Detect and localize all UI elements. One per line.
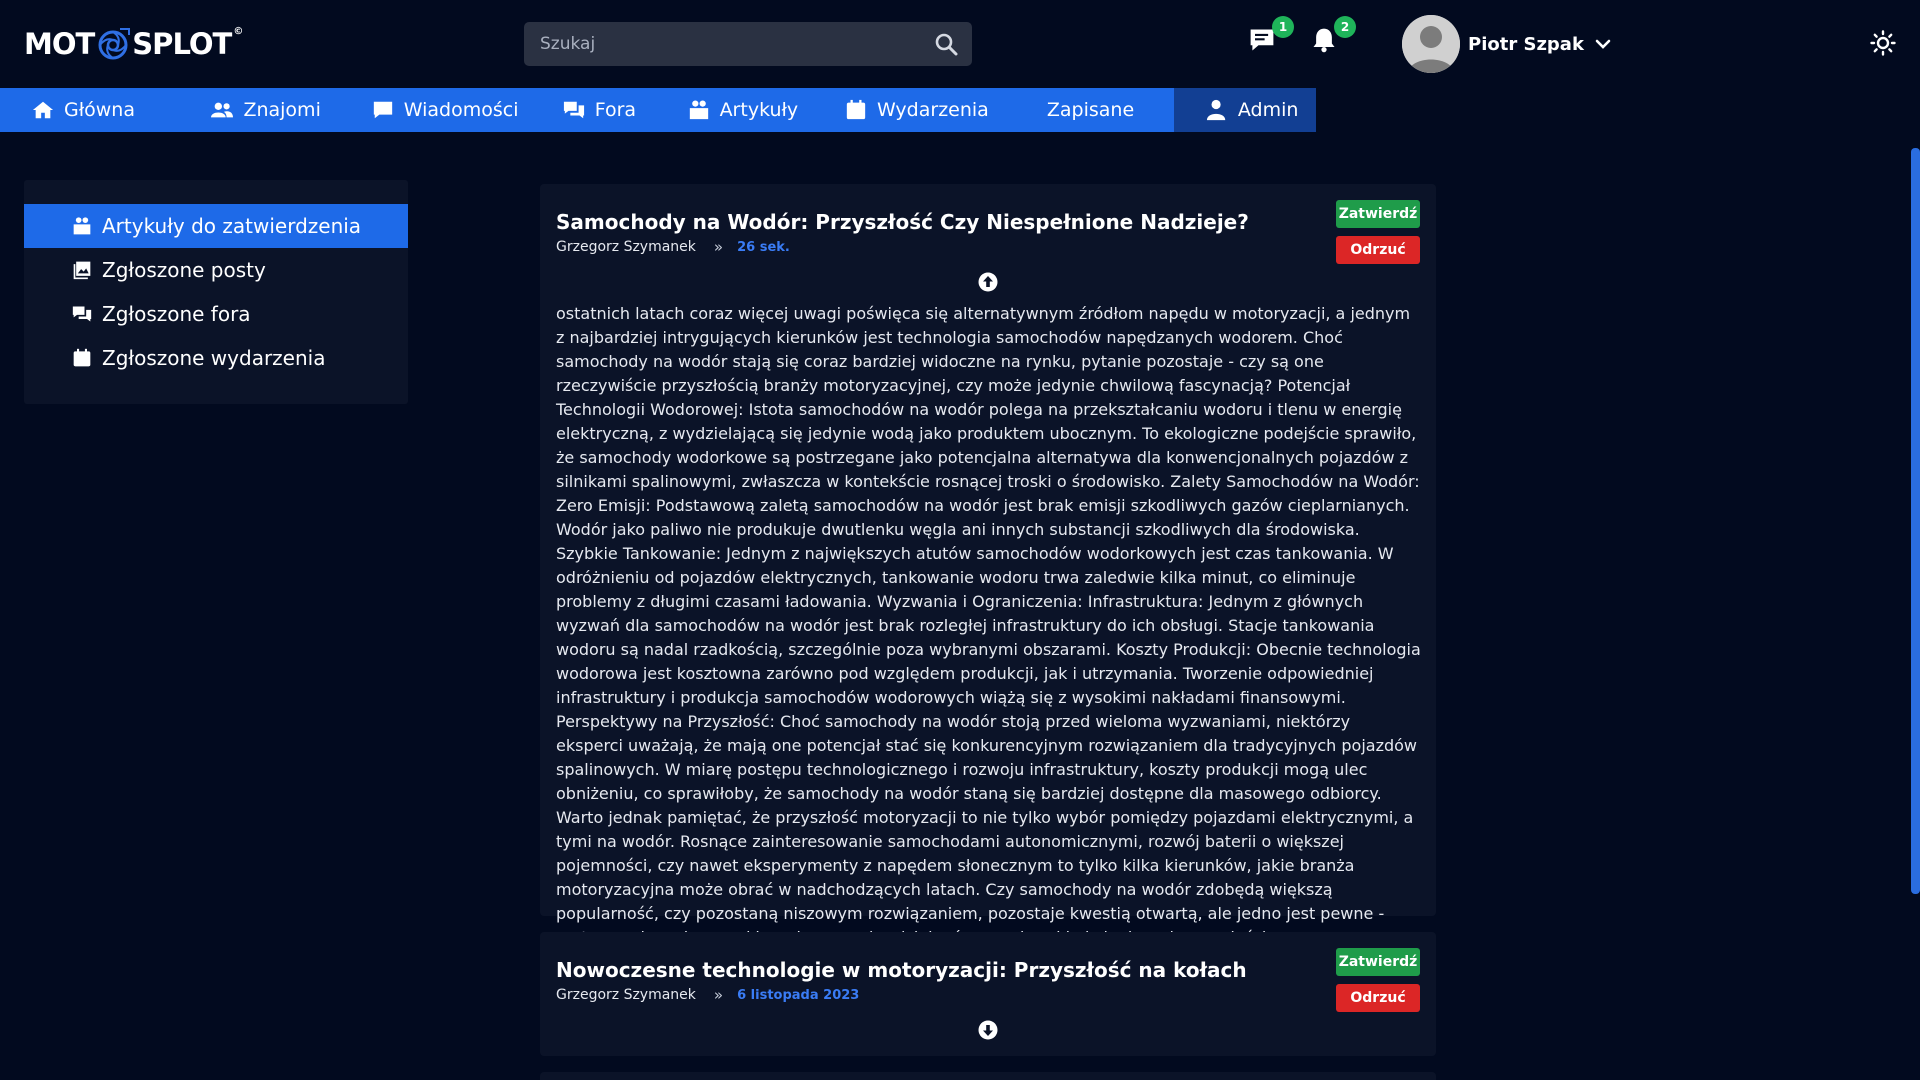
- user-menu[interactable]: Piotr Szpak: [1402, 15, 1612, 73]
- calendar-icon: [73, 348, 91, 367]
- logo-text-right: SPLOT: [132, 27, 232, 61]
- expand-arrow-down-icon[interactable]: [978, 1020, 998, 1040]
- articles-icon: [689, 100, 708, 120]
- article-date: 6 listopada 2023: [737, 987, 860, 1003]
- top-header: MOT SPLOT © 1 2: [0, 0, 1920, 88]
- articles-icon: [73, 217, 91, 235]
- nav-label: Admin: [1237, 99, 1299, 121]
- sidebar-item-label: Artykuły do zatwierdzenia: [102, 214, 362, 238]
- image-post-icon: [73, 261, 91, 280]
- logo[interactable]: MOT SPLOT ©: [24, 24, 243, 64]
- sidebar-item-reported-events[interactable]: Zgłoszone wydarzenia: [24, 336, 408, 380]
- nav-item-admin[interactable]: Admin: [1173, 88, 1316, 132]
- article-meta: Grzegorz Szymanek » 26 sek.: [556, 238, 790, 256]
- sidebar-item-reported-forums[interactable]: Zgłoszone fora: [24, 292, 408, 336]
- sidebar-item-reported-posts[interactable]: Zgłoszone posty: [24, 248, 408, 292]
- messages-badge: 1: [1272, 16, 1294, 38]
- theme-toggle-sun-icon[interactable]: [1870, 30, 1896, 56]
- nav-label: Główna: [64, 99, 135, 121]
- article-title[interactable]: Samochody na Wodór: Przyszłość Czy Niesp…: [556, 210, 1249, 234]
- search-icon[interactable]: [934, 32, 958, 56]
- meta-separator: »: [713, 238, 724, 256]
- article-author[interactable]: Grzegorz Szymanek: [556, 987, 696, 1003]
- users-icon: [211, 102, 234, 118]
- article-body: ostatnich latach coraz więcej uwagi pośw…: [556, 304, 1421, 947]
- calendar-icon: [846, 99, 866, 120]
- nav-label: Artykuły: [719, 99, 799, 121]
- sidebar-item-label: Zgłoszone wydarzenia: [102, 346, 326, 370]
- avatar-user-icon: [1402, 15, 1460, 73]
- nav-item-articles[interactable]: Artykuły: [656, 88, 813, 132]
- chevron-down-icon[interactable]: [1594, 35, 1612, 53]
- search-box: [524, 22, 972, 66]
- reject-button[interactable]: Odrzuć: [1336, 236, 1420, 264]
- home-icon: [32, 101, 54, 119]
- search-input[interactable]: [524, 22, 972, 66]
- sidebar-item-label: Zgłoszone posty: [102, 258, 266, 282]
- article-title[interactable]: Nowoczesne technologie w motoryzacji: Pr…: [556, 958, 1247, 982]
- avatar: [1402, 15, 1460, 73]
- nav-item-saved[interactable]: Zapisane: [1005, 88, 1135, 132]
- sidebar-item-articles-to-approve[interactable]: Artykuły do zatwierdzenia: [24, 204, 408, 248]
- nav-label: Znajomi: [243, 99, 321, 121]
- nav-item-home[interactable]: Główna: [0, 88, 179, 132]
- logo-reg: ©: [233, 26, 243, 37]
- nav-item-forums[interactable]: Fora: [531, 88, 656, 132]
- approve-button[interactable]: Zatwierdź: [1336, 948, 1420, 976]
- main-nav: Główna Znajomi Wiadomości Fora Artykuły …: [0, 88, 1316, 132]
- turbo-logo-icon: [98, 28, 131, 60]
- nav-item-messages[interactable]: Wiadomości: [340, 88, 531, 132]
- admin-icon: [1206, 99, 1226, 121]
- logo-text-left: MOT: [24, 27, 95, 61]
- meta-separator: »: [713, 986, 724, 1004]
- reject-button[interactable]: Odrzuć: [1336, 984, 1420, 1012]
- user-name: Piotr Szpak: [1468, 33, 1584, 55]
- messages-button[interactable]: 1: [1248, 16, 1294, 58]
- article-card: Samochody na Wodór: Przyszłość Czy Niesp…: [540, 184, 1436, 947]
- collapse-arrow-up-icon[interactable]: [978, 272, 998, 292]
- sidebar-item-label: Zgłoszone fora: [102, 302, 251, 326]
- admin-sidebar: Artykuły do zatwierdzenia Zgłoszone post…: [24, 180, 408, 404]
- notifications-badge: 2: [1334, 16, 1356, 38]
- article-card-partial: [540, 1072, 1436, 1080]
- nav-label: Zapisane: [1046, 99, 1135, 121]
- nav-label: Wydarzenia: [876, 99, 989, 121]
- article-author[interactable]: Grzegorz Szymanek: [556, 239, 696, 255]
- scrollbar-thumb[interactable]: [1911, 148, 1920, 894]
- message-icon: [373, 101, 392, 119]
- approve-button[interactable]: Zatwierdź: [1336, 200, 1420, 228]
- article-meta: Grzegorz Szymanek » 6 listopada 2023: [556, 986, 859, 1004]
- nav-item-friends[interactable]: Znajomi: [179, 88, 339, 132]
- nav-label: Wiadomości: [403, 99, 519, 121]
- nav-item-events[interactable]: Wydarzenia: [813, 88, 1005, 132]
- article-card: Nowoczesne technologie w motoryzacji: Pr…: [540, 932, 1436, 1056]
- notifications-button[interactable]: 2: [1310, 16, 1356, 58]
- forum-icon: [563, 101, 584, 119]
- article-date: 26 sek.: [737, 239, 790, 255]
- forum-icon: [72, 306, 92, 322]
- nav-label: Fora: [594, 99, 637, 121]
